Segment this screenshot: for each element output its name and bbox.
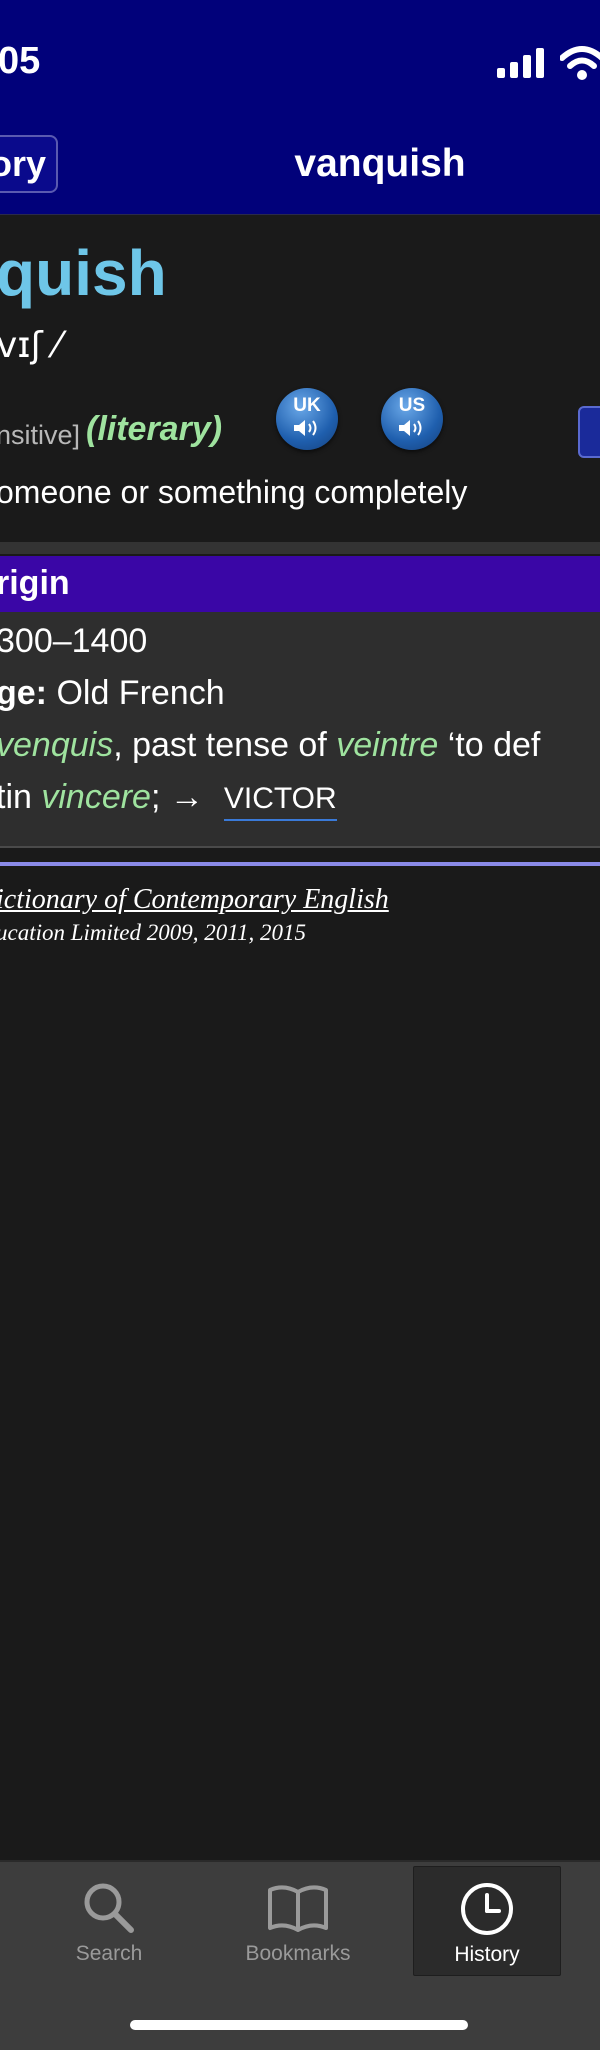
speaker-icon <box>294 420 317 436</box>
origin-latin: tin vincere; → VICTOR <box>0 778 337 821</box>
latin-word: vincere <box>41 778 151 816</box>
us-pronunciation-button[interactable]: US <box>381 388 443 450</box>
home-indicator[interactable] <box>130 2020 468 2030</box>
navigation-bar: ory vanquish <box>0 130 600 215</box>
speaker-icon <box>399 420 422 436</box>
search-icon <box>84 1883 134 1933</box>
back-to-history-button[interactable]: ory <box>0 135 58 193</box>
edge-action-button[interactable] <box>578 406 600 458</box>
definition-text: omeone or something completely <box>0 474 468 510</box>
tab-history-label: History <box>454 1943 520 1966</box>
dictionary-title-link[interactable]: ictionary of Contemporary English <box>0 884 389 916</box>
headword: quish <box>0 237 167 309</box>
etymology-word: venquis <box>0 726 114 764</box>
page-title: vanquish <box>294 142 466 185</box>
tab-search[interactable]: Search <box>36 1866 182 1974</box>
cellular-signal-icon <box>497 48 547 83</box>
cross-reference-link[interactable]: VICTOR <box>223 783 337 821</box>
status-bar: 05 <box>0 0 600 130</box>
latin-prefix: tin <box>0 778 42 816</box>
tab-bookmarks[interactable]: Bookmarks <box>225 1866 371 1974</box>
uk-pronunciation-button[interactable]: UK <box>276 388 338 450</box>
tab-bookmarks-label: Bookmarks <box>245 1942 351 1965</box>
tab-history[interactable]: History <box>413 1866 561 1976</box>
grammar-label: nsitive] <box>0 420 81 450</box>
etymology-word: veintre <box>336 726 439 764</box>
origin-language: ge: Old French <box>0 674 225 713</box>
origin-date: 300–1400 <box>0 622 148 660</box>
register-label: (literary) <box>86 410 223 448</box>
clock-icon <box>461 1883 513 1935</box>
wifi-icon <box>559 46 600 85</box>
language-label: ge: <box>0 674 47 712</box>
tab-search-label: Search <box>75 1942 143 1965</box>
pronunciation: vɪʃ ⁄ <box>0 325 61 366</box>
book-icon <box>268 1885 328 1932</box>
language-value: Old French <box>56 674 225 712</box>
origin-section-header: rigin <box>0 556 600 612</box>
copyright-notice: ucation Limited 2009, 2011, 2015 <box>0 920 307 945</box>
etymology-text: ‘to def <box>438 726 541 764</box>
origin-section: 300–1400 ge: Old French venquis, past te… <box>0 612 600 848</box>
latin-suffix: ; → <box>150 778 204 816</box>
footer-divider <box>0 862 600 866</box>
etymology-text: , past tense of <box>113 726 337 764</box>
status-time: 05 <box>0 40 41 82</box>
section-divider <box>0 542 600 554</box>
origin-etymology: venquis, past tense of veintre ‘to def <box>0 726 540 765</box>
us-label: US <box>398 395 426 416</box>
origin-title: rigin <box>0 564 70 602</box>
uk-label: UK <box>293 395 321 416</box>
